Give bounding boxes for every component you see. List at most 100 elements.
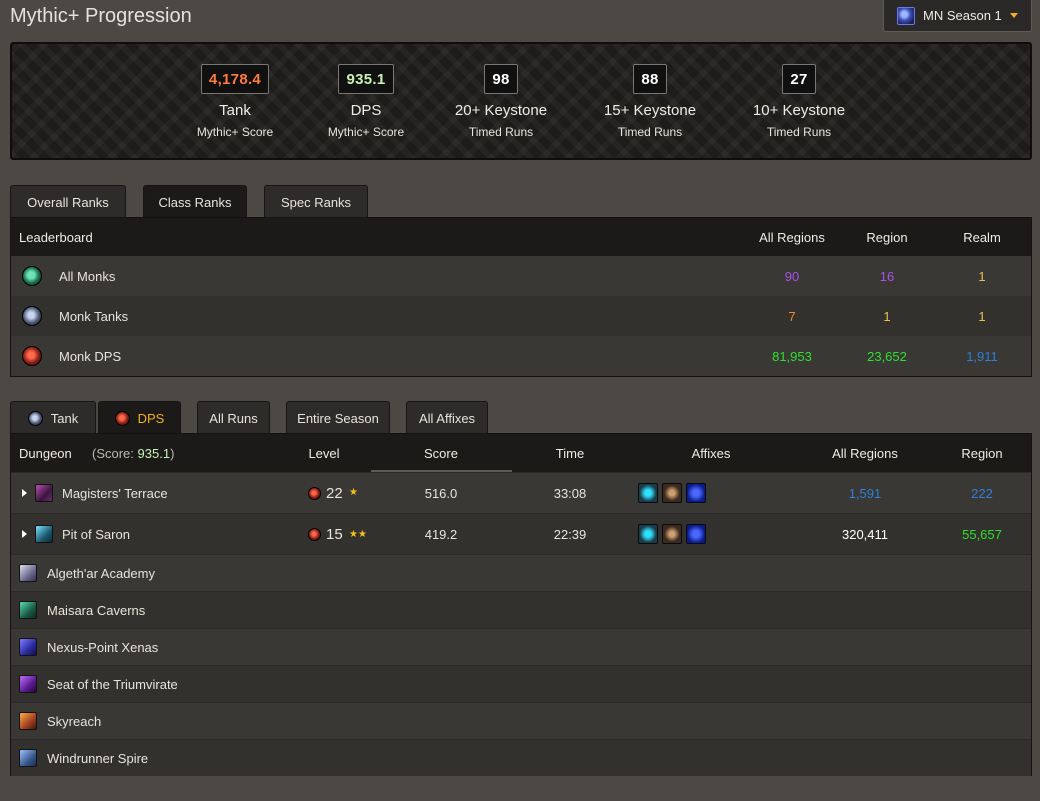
keystone-icon xyxy=(308,486,321,500)
monk-all-icon xyxy=(22,266,42,286)
tab-dps[interactable]: DPS xyxy=(98,401,181,434)
dungeon-row-nexus-point-xenas[interactable]: Nexus-Point Xenas xyxy=(11,628,1031,665)
run-row-pit-of-saron[interactable]: Pit of Saron 15 ★★ 419.2 22:39 320,411 5… xyxy=(11,513,1031,554)
rank-row-all-monks[interactable]: All Monks 90 16 1 xyxy=(11,256,1031,296)
pit-of-saron-icon xyxy=(35,525,53,543)
tab-tank[interactable]: Tank xyxy=(10,401,96,434)
rank-row-monk-dps[interactable]: Monk DPS 81,953 23,652 1,911 xyxy=(11,336,1031,376)
affix-2-icon[interactable] xyxy=(662,483,682,503)
keystone-icon xyxy=(308,527,321,541)
magisters-terrace-icon xyxy=(35,484,53,502)
dungeon-name: Magisters' Terrace xyxy=(62,485,168,501)
upgrade-stars: ★★ xyxy=(349,529,367,540)
affix-2-icon[interactable] xyxy=(662,524,682,544)
stat-value: 4,178.4 xyxy=(200,64,270,94)
tab-class-ranks[interactable]: Class Ranks xyxy=(143,185,247,218)
rank-all-regions: 7 xyxy=(788,308,796,324)
rank-region: 23,652 xyxy=(867,348,907,364)
run-score: 419.2 xyxy=(424,526,458,542)
algethar-academy-icon xyxy=(19,564,37,582)
upgrade-stars: ★ xyxy=(349,487,358,498)
stat-10-keystone: 27 10+ Keystone Timed Runs xyxy=(729,64,869,139)
stat-sublabel: Timed Runs xyxy=(766,125,832,139)
affix-3-icon[interactable] xyxy=(686,524,706,544)
run-all-regions-rank: 320,411 xyxy=(841,526,889,542)
stat-sublabel: Mythic+ Score xyxy=(327,125,405,139)
dungeon-row-algethar-academy[interactable]: Algeth'ar Academy xyxy=(11,554,1031,591)
stat-value: 27 xyxy=(782,64,816,94)
score-value: 935.1 xyxy=(137,445,171,461)
windrunner-spire-icon xyxy=(19,749,37,767)
col-region[interactable]: Region xyxy=(932,446,1032,461)
stat-label: 20+ Keystone xyxy=(454,102,548,119)
tab-label: DPS xyxy=(137,410,165,426)
stat-label: DPS xyxy=(350,102,382,119)
rank-realm: 1 xyxy=(978,268,986,284)
rank-region: 16 xyxy=(879,268,895,284)
tab-all-runs[interactable]: All Runs xyxy=(197,401,270,434)
stat-15-keystone: 88 15+ Keystone Timed Runs xyxy=(580,64,720,139)
stat-tank-score: 4,178.4 Tank Mythic+ Score xyxy=(165,64,305,139)
col-time[interactable]: Time xyxy=(520,446,620,461)
dungeon-row-maisara-caverns[interactable]: Maisara Caverns xyxy=(11,591,1031,628)
chevron-down-icon xyxy=(1009,13,1018,18)
col-affixes: Affixes xyxy=(691,445,731,461)
rank-realm: 1 xyxy=(978,308,986,324)
stat-value: 88 xyxy=(633,64,667,94)
col-realm: Realm xyxy=(963,229,1001,245)
stat-label: 10+ Keystone xyxy=(752,102,846,119)
tab-entire-season[interactable]: Entire Season xyxy=(286,401,390,434)
col-all-regions[interactable]: All Regions xyxy=(815,446,915,461)
ranks-table: Leaderboard All Regions Region Realm All… xyxy=(10,217,1032,377)
stat-20-keystone: 98 20+ Keystone Timed Runs xyxy=(431,64,571,139)
dungeon-name: Maisara Caverns xyxy=(47,602,146,618)
key-level: 22 xyxy=(326,484,343,502)
runs-table: Dungeon (Score: 935.1) Level Score Time … xyxy=(10,433,1032,776)
dungeon-name: Windrunner Spire xyxy=(47,750,149,766)
score-summary: (Score: 935.1) xyxy=(92,446,174,461)
stat-value: 98 xyxy=(484,64,518,94)
run-time: 22:39 xyxy=(553,526,587,542)
page-title: Mythic+ Progression xyxy=(10,5,192,27)
dungeon-row-windrunner-spire[interactable]: Windrunner Spire xyxy=(11,739,1031,776)
run-row-magisters-terrace[interactable]: Magisters' Terrace 22 ★ 516.0 33:08 1,59… xyxy=(11,472,1031,513)
stat-value: 935.1 xyxy=(338,64,394,94)
col-all-regions: All Regions xyxy=(759,229,825,245)
dungeon-name: Seat of the Triumvirate xyxy=(47,676,178,692)
run-region-rank: 222 xyxy=(971,485,993,501)
stat-sublabel: Timed Runs xyxy=(617,125,683,139)
maisara-caverns-icon xyxy=(19,601,37,619)
monk-tank-icon xyxy=(27,410,43,426)
skyreach-icon xyxy=(19,712,37,730)
affix-3-icon[interactable] xyxy=(686,483,706,503)
rank-label: All Monks xyxy=(59,268,116,284)
tab-spec-ranks[interactable]: Spec Ranks xyxy=(264,185,368,218)
nexus-point-xenas-icon xyxy=(19,638,37,656)
col-dungeon[interactable]: Dungeon xyxy=(19,446,72,461)
expand-icon[interactable] xyxy=(22,489,27,497)
tab-overall-ranks[interactable]: Overall Ranks xyxy=(10,185,126,218)
dungeon-name: Skyreach xyxy=(47,713,102,729)
tab-all-affixes[interactable]: All Affixes xyxy=(406,401,488,434)
dungeon-row-seat-of-the-triumvirate[interactable]: Seat of the Triumvirate xyxy=(11,665,1031,702)
col-level[interactable]: Level xyxy=(274,446,374,461)
monk-tank-icon xyxy=(22,306,42,326)
stat-sublabel: Timed Runs xyxy=(468,125,534,139)
col-score[interactable]: Score xyxy=(391,446,491,461)
stats-banner: 4,178.4 Tank Mythic+ Score 935.1 DPS Myt… xyxy=(10,42,1032,160)
dungeon-name: Pit of Saron xyxy=(62,526,130,542)
rank-label: Monk Tanks xyxy=(59,308,129,324)
season-label: MN Season 1 xyxy=(923,8,1002,23)
key-level: 15 xyxy=(326,525,343,543)
monk-dps-icon xyxy=(22,346,42,366)
run-time: 33:08 xyxy=(553,485,587,501)
affix-1-icon[interactable] xyxy=(638,524,658,544)
affix-1-icon[interactable] xyxy=(638,483,658,503)
run-region-rank: 55,657 xyxy=(962,526,1002,542)
seat-of-the-triumvirate-icon xyxy=(19,675,37,693)
dungeon-row-skyreach[interactable]: Skyreach xyxy=(11,702,1031,739)
rank-row-monk-tanks[interactable]: Monk Tanks 7 1 1 xyxy=(11,296,1031,336)
expand-icon[interactable] xyxy=(22,530,27,538)
season-dropdown[interactable]: MN Season 1 xyxy=(883,0,1032,32)
stat-sublabel: Mythic+ Score xyxy=(196,125,274,139)
